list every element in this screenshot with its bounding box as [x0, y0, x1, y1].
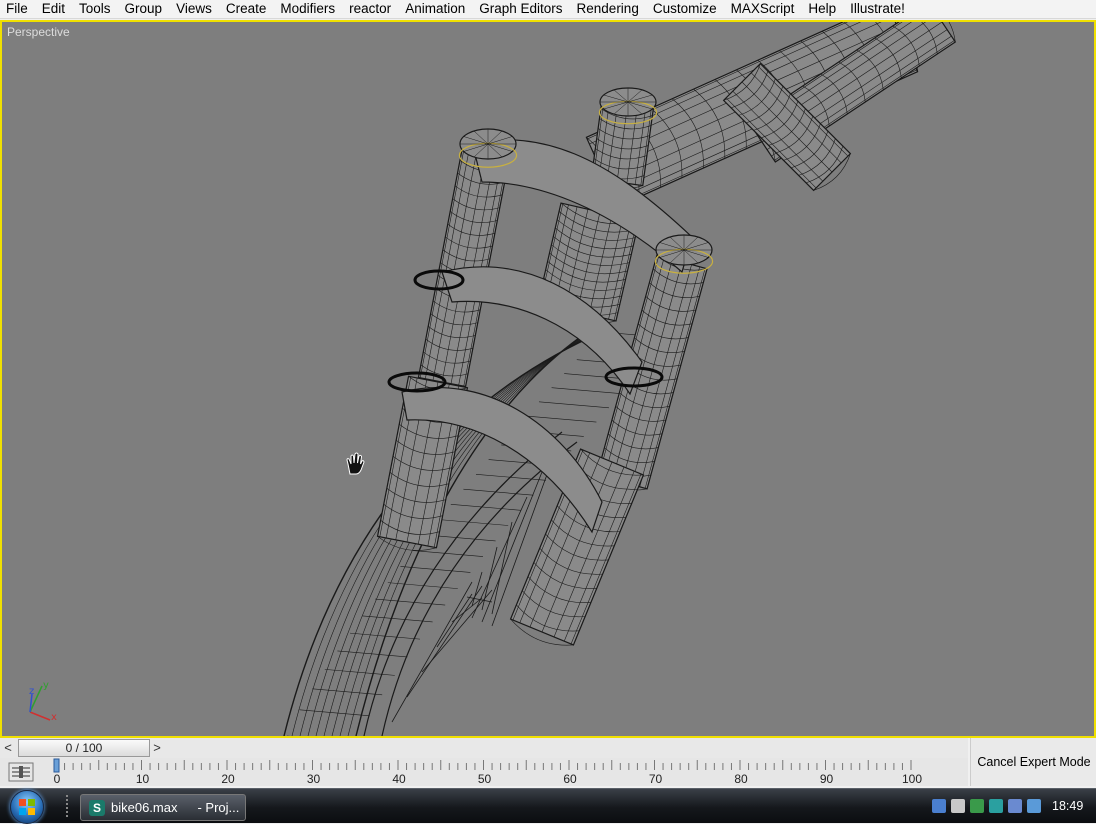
menu-help[interactable]: Help: [801, 0, 843, 18]
viewport-label[interactable]: Perspective: [7, 25, 70, 39]
system-tray: 18:49: [932, 796, 1083, 816]
menu-views[interactable]: Views: [169, 0, 219, 18]
ruler-tick-label: 60: [563, 772, 577, 786]
axis-z-label: z: [29, 686, 34, 697]
menu-reactor[interactable]: reactor: [342, 0, 398, 18]
task-title: bike06.max: [111, 800, 178, 815]
menu-create[interactable]: Create: [219, 0, 274, 18]
open-mini-curve-editor-icon[interactable]: [8, 762, 34, 782]
menu-tools[interactable]: Tools: [72, 0, 118, 18]
start-button[interactable]: [10, 790, 44, 824]
task-suffix: - Proj...: [197, 800, 240, 815]
windows-logo-icon: [19, 799, 35, 815]
menu-bar: File Edit Tools Group Views Create Modifiers re…: [0, 0, 1096, 19]
menu-animation[interactable]: Animation: [398, 0, 472, 18]
frame-ruler[interactable]: 0 10 20 30 40 50 60 70 80 90 100: [52, 758, 967, 786]
time-slider[interactable]: 0 / 100: [18, 739, 150, 757]
windows-taskbar: S bike06.max - Proj... 18:49: [0, 788, 1096, 824]
track-bar: 0 10 20 30 40 50 60 70 80 90 100: [0, 758, 968, 786]
axis-x-label: x: [51, 712, 57, 723]
security-icon[interactable]: [989, 799, 1003, 813]
ruler-tick-label: 80: [734, 772, 748, 786]
network-icon[interactable]: [932, 799, 946, 813]
axis-tripod-icon: x y z: [29, 682, 57, 723]
perspective-viewport[interactable]: Perspective x y z: [0, 20, 1096, 738]
menu-graph-editors[interactable]: Graph Editors: [472, 0, 569, 18]
ruler-tick-label: 70: [649, 772, 663, 786]
clock[interactable]: 18:49: [1052, 799, 1083, 813]
menu-customize[interactable]: Customize: [646, 0, 724, 18]
messenger-icon[interactable]: [1027, 799, 1041, 813]
pan-hand-cursor-icon: [346, 452, 365, 475]
next-frame-button[interactable]: >: [150, 740, 164, 756]
ruler-tick-label: 90: [820, 772, 834, 786]
ruler-tick-label: 20: [221, 772, 235, 786]
menu-file[interactable]: File: [0, 0, 35, 18]
current-frame-marker[interactable]: [53, 758, 60, 773]
cancel-expert-mode-button[interactable]: Cancel Expert Mode: [970, 738, 1096, 786]
axis-y-label: y: [43, 682, 49, 691]
timeline-bar: < 0 / 100 >: [0, 738, 968, 758]
volume-icon[interactable]: [951, 799, 965, 813]
menu-rendering[interactable]: Rendering: [570, 0, 646, 18]
display-icon[interactable]: [1008, 799, 1022, 813]
ruler-tick-label: 100: [902, 772, 922, 786]
taskbar-gripper: [66, 795, 72, 817]
menu-illustrate[interactable]: Illustrate!: [843, 0, 912, 18]
menu-edit[interactable]: Edit: [35, 0, 72, 18]
ruler-tick-label: 50: [478, 772, 492, 786]
menu-group[interactable]: Group: [118, 0, 170, 18]
ruler-tick-label: 10: [136, 772, 150, 786]
wireframe-bike-model[interactable]: [2, 22, 1094, 736]
ruler-tick-label: 40: [392, 772, 406, 786]
taskbar-button-3dsmax[interactable]: S bike06.max - Proj...: [80, 794, 246, 821]
ruler-tick-label: 30: [307, 772, 321, 786]
prev-frame-button[interactable]: <: [1, 740, 15, 756]
3dsmax-app-icon: S: [89, 799, 105, 816]
menu-maxscript[interactable]: MAXScript: [724, 0, 802, 18]
network-status-icon[interactable]: [970, 799, 984, 813]
ruler-tick-label: 0: [54, 772, 61, 786]
menu-modifiers[interactable]: Modifiers: [273, 0, 342, 18]
